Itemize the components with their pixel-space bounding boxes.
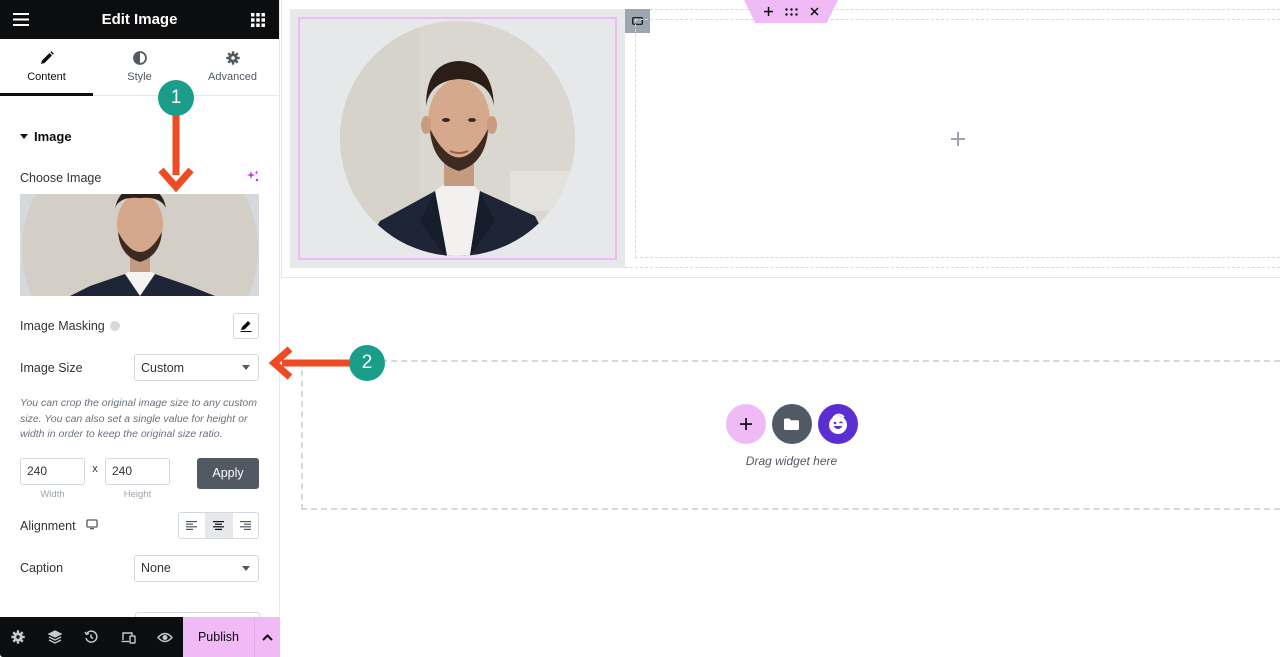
tab-advanced[interactable]: Advanced: [186, 39, 279, 95]
image-size-label: Image Size: [20, 360, 83, 375]
tab-label: Style: [127, 71, 152, 83]
tab-label: Content: [27, 71, 66, 83]
panel-title: Edit Image: [101, 11, 178, 28]
grid-icon[interactable]: [249, 11, 267, 29]
image-masking-label: Image Masking: [20, 319, 105, 333]
plus-icon: [739, 418, 752, 430]
align-right-icon: [239, 521, 251, 530]
smiley-face-icon: [828, 413, 847, 434]
history-icon[interactable]: [73, 617, 110, 657]
editor-canvas: Drag widget here: [281, 0, 1280, 657]
add-widget-icon[interactable]: [951, 125, 965, 153]
ai-assistant-button[interactable]: [817, 404, 858, 444]
chevron-up-icon: [262, 633, 273, 641]
section-toolbar: [744, 0, 838, 23]
image-size-value: Custom: [141, 360, 185, 375]
image-preview[interactable]: [20, 194, 259, 296]
panel-tabs: Content Style Advanced: [0, 39, 279, 96]
preview-icon[interactable]: [146, 617, 183, 657]
tab-content[interactable]: Content: [0, 39, 93, 96]
portrait-thumbnail: [20, 194, 259, 296]
add-section-button[interactable]: [763, 7, 773, 16]
folder-icon: [784, 418, 799, 430]
image-masking-edit-button[interactable]: [233, 313, 259, 339]
chevron-down-icon: [242, 565, 250, 571]
caption-label: Caption: [20, 561, 64, 575]
caption-value: None: [141, 561, 171, 575]
tab-label: Advanced: [208, 71, 257, 83]
height-input[interactable]: 240: [105, 457, 170, 485]
section-title: Image: [34, 129, 72, 144]
width-label: Width: [40, 488, 65, 500]
width-input[interactable]: 240: [20, 457, 85, 485]
caption-select[interactable]: None: [134, 554, 259, 582]
publish-options-button[interactable]: [253, 617, 280, 657]
caret-down-icon: [20, 134, 28, 139]
delete-section-button[interactable]: [809, 7, 819, 16]
align-right-button[interactable]: [231, 513, 258, 538]
align-center-icon: [213, 521, 225, 530]
layers-icon[interactable]: [37, 617, 74, 657]
align-center-button[interactable]: [205, 513, 232, 538]
pro-badge-icon: [109, 321, 120, 331]
column-left[interactable]: [290, 9, 625, 268]
gear-icon: [225, 51, 240, 65]
chevron-down-icon: [242, 365, 250, 370]
ai-sparkle-icon[interactable]: [247, 170, 259, 185]
image-section-toggle[interactable]: Image: [0, 129, 279, 144]
close-icon: [809, 7, 819, 16]
align-left-button[interactable]: [178, 513, 205, 538]
drop-zone-text: Drag widget here: [745, 454, 838, 468]
responsive-icon[interactable]: [110, 617, 147, 657]
image-size-help-text: You can crop the original image size to …: [20, 397, 257, 440]
plus-icon: [763, 7, 773, 16]
annotation-badge-1: 1: [158, 80, 194, 116]
height-label: Height: [123, 488, 152, 500]
apply-button[interactable]: Apply: [197, 457, 259, 489]
pencil-icon: [240, 321, 252, 332]
editor-panel: Edit Image Content Style Advanced Image …: [0, 0, 280, 657]
alignment-label: Alignment: [20, 518, 76, 533]
panel-footer: Publish: [0, 617, 280, 657]
publish-button[interactable]: Publish: [182, 617, 254, 657]
add-template-button[interactable]: [771, 404, 812, 444]
alignment-control: [177, 512, 259, 539]
align-left-icon: [186, 521, 198, 530]
desktop-icon[interactable]: [85, 517, 98, 535]
panel-header: Edit Image: [0, 0, 279, 39]
half-circle-icon: [132, 51, 147, 65]
drag-icon: [784, 7, 798, 16]
drag-section-handle[interactable]: [784, 7, 798, 16]
add-section-circle-button[interactable]: [725, 404, 766, 444]
choose-image-label: Choose Image: [20, 170, 102, 185]
times-symbol: x: [92, 462, 98, 475]
pencil-icon: [40, 51, 54, 64]
image-widget[interactable]: [298, 17, 617, 260]
column-right[interactable]: [635, 19, 1280, 258]
hamburger-icon[interactable]: [12, 11, 30, 29]
portrait-image: [340, 21, 575, 256]
widget-drop-zone[interactable]: Drag widget here: [301, 360, 1280, 510]
annotation-badge-2: 2: [349, 345, 385, 381]
image-size-select[interactable]: Custom: [134, 354, 259, 381]
settings-icon[interactable]: [0, 617, 37, 657]
